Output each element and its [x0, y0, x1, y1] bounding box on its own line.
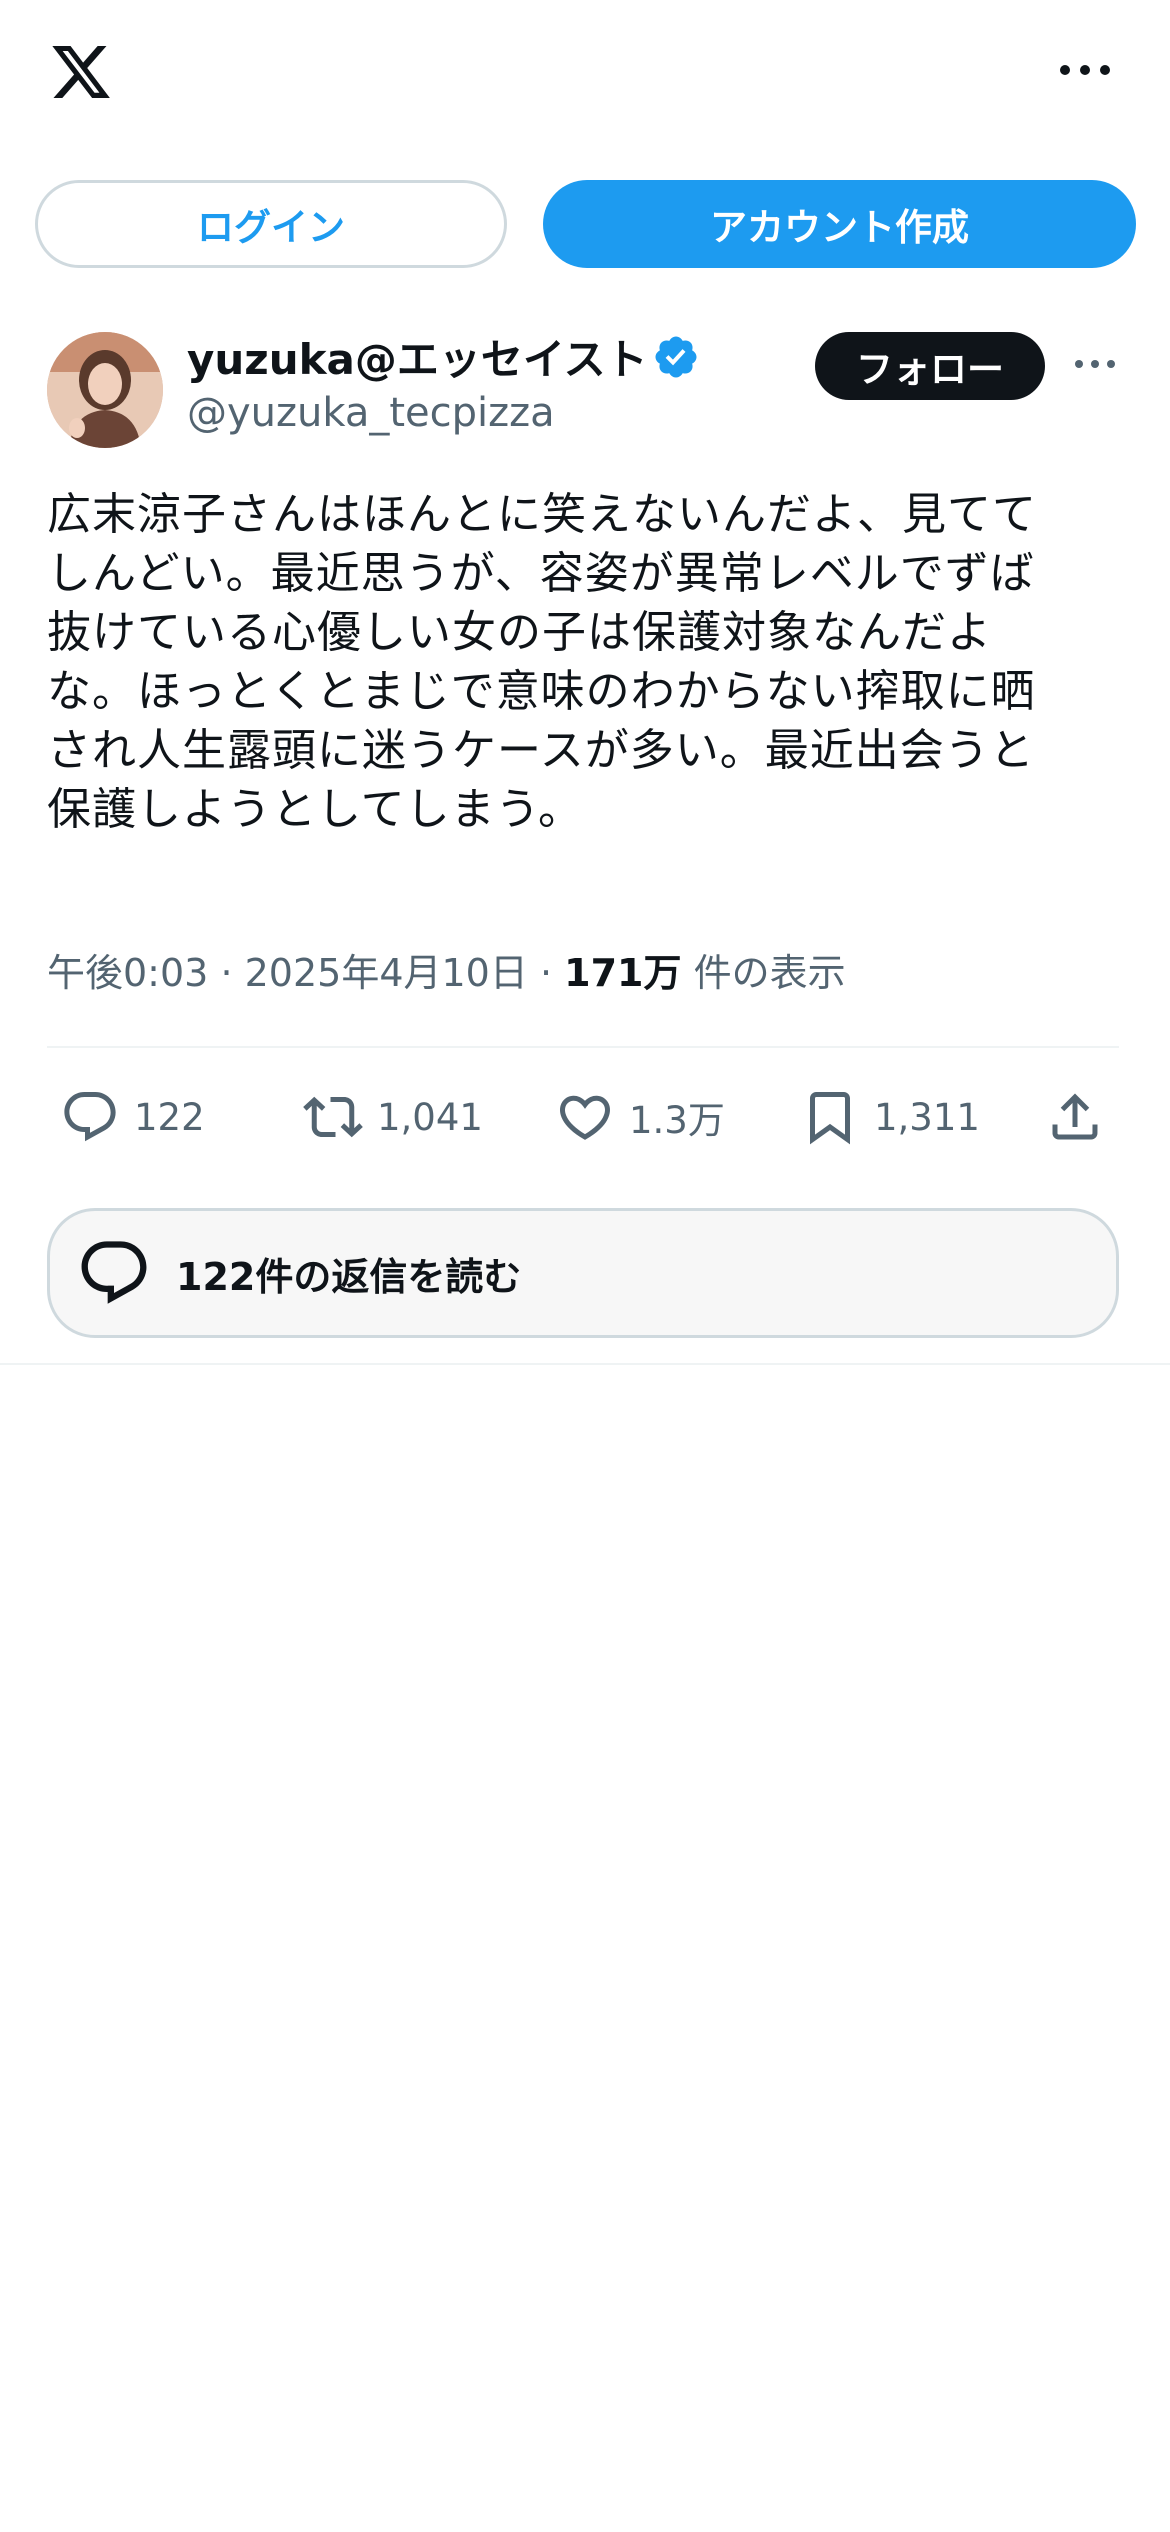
- post-text-line: され人生露頭に迷うケースが多い。最近出会うと: [47, 725, 1035, 776]
- post-text-line: な。ほっとくとまじで意味のわからない搾取に晒: [47, 666, 1036, 717]
- post-time[interactable]: 午後0:03: [47, 951, 208, 995]
- divider: [0, 1363, 1170, 1365]
- x-logo-icon[interactable]: [47, 40, 115, 104]
- login-button[interactable]: ログイン: [35, 180, 507, 268]
- author-display-name[interactable]: yuzuka@エッセイスト: [187, 326, 648, 387]
- post-text-line: 保護しようとしてしまう。: [47, 784, 584, 835]
- avatar[interactable]: [47, 332, 163, 448]
- like-button[interactable]: 1.3万: [555, 1085, 725, 1149]
- more-horizontal-icon[interactable]: [1072, 352, 1118, 376]
- read-replies-label: 122件の返信を読む: [176, 1254, 522, 1299]
- repost-count: 1,041: [377, 1095, 483, 1139]
- repost-button[interactable]: 1,041: [303, 1085, 483, 1149]
- create-account-button[interactable]: アカウント作成: [543, 180, 1136, 268]
- like-count: 1.3万: [629, 1099, 725, 1142]
- share-button[interactable]: [1045, 1085, 1105, 1149]
- verified-badge-icon: [655, 336, 697, 378]
- views-count: 171万: [564, 951, 682, 995]
- reply-bubble-icon: [81, 1241, 147, 1304]
- follow-button[interactable]: フォロー: [815, 332, 1045, 400]
- meta-separator: ·: [220, 951, 233, 995]
- post-text: 広末涼子さんはほんとに笑えないんだよ、見てて しんどい。最近思うが、容姿が異常レ…: [47, 485, 1127, 839]
- bookmark-icon: [810, 1092, 850, 1145]
- post-text-line: 広末涼子さんはほんとに笑えないんだよ、見てて: [47, 489, 1037, 540]
- reply-count: 122: [134, 1095, 205, 1139]
- post-meta: 午後0:03 · 2025年4月10日 · 171万 件の表示: [47, 942, 846, 997]
- views-label: 件の表示: [693, 951, 846, 995]
- avatar-photo: [47, 332, 163, 448]
- post-date[interactable]: 2025年4月10日: [245, 951, 528, 995]
- bookmark-count: 1,311: [874, 1095, 980, 1139]
- more-horizontal-icon[interactable]: [1055, 55, 1115, 85]
- meta-separator: ·: [539, 951, 553, 995]
- top-bar: [0, 0, 1170, 150]
- post-text-line: しんどい。最近思うが、容姿が異常レベルでずば: [47, 548, 1035, 599]
- repost-icon: [303, 1096, 363, 1138]
- heart-icon: [559, 1095, 611, 1140]
- share-icon: [1052, 1093, 1098, 1140]
- read-replies-button[interactable]: 122件の返信を読む: [47, 1208, 1119, 1338]
- author-handle[interactable]: @yuzuka_tecpizza: [187, 390, 555, 436]
- post-text-line: 抜けている心優しい女の子は保護対象なんだよ: [47, 607, 992, 658]
- divider: [47, 1046, 1119, 1048]
- page: ログイン アカウント作成 yuzuka@エッセイスト @yuzuka_tecpi…: [0, 0, 1170, 2532]
- bookmark-button[interactable]: 1,311: [800, 1085, 980, 1149]
- reply-icon: [64, 1092, 116, 1142]
- reply-button[interactable]: 122: [60, 1085, 205, 1149]
